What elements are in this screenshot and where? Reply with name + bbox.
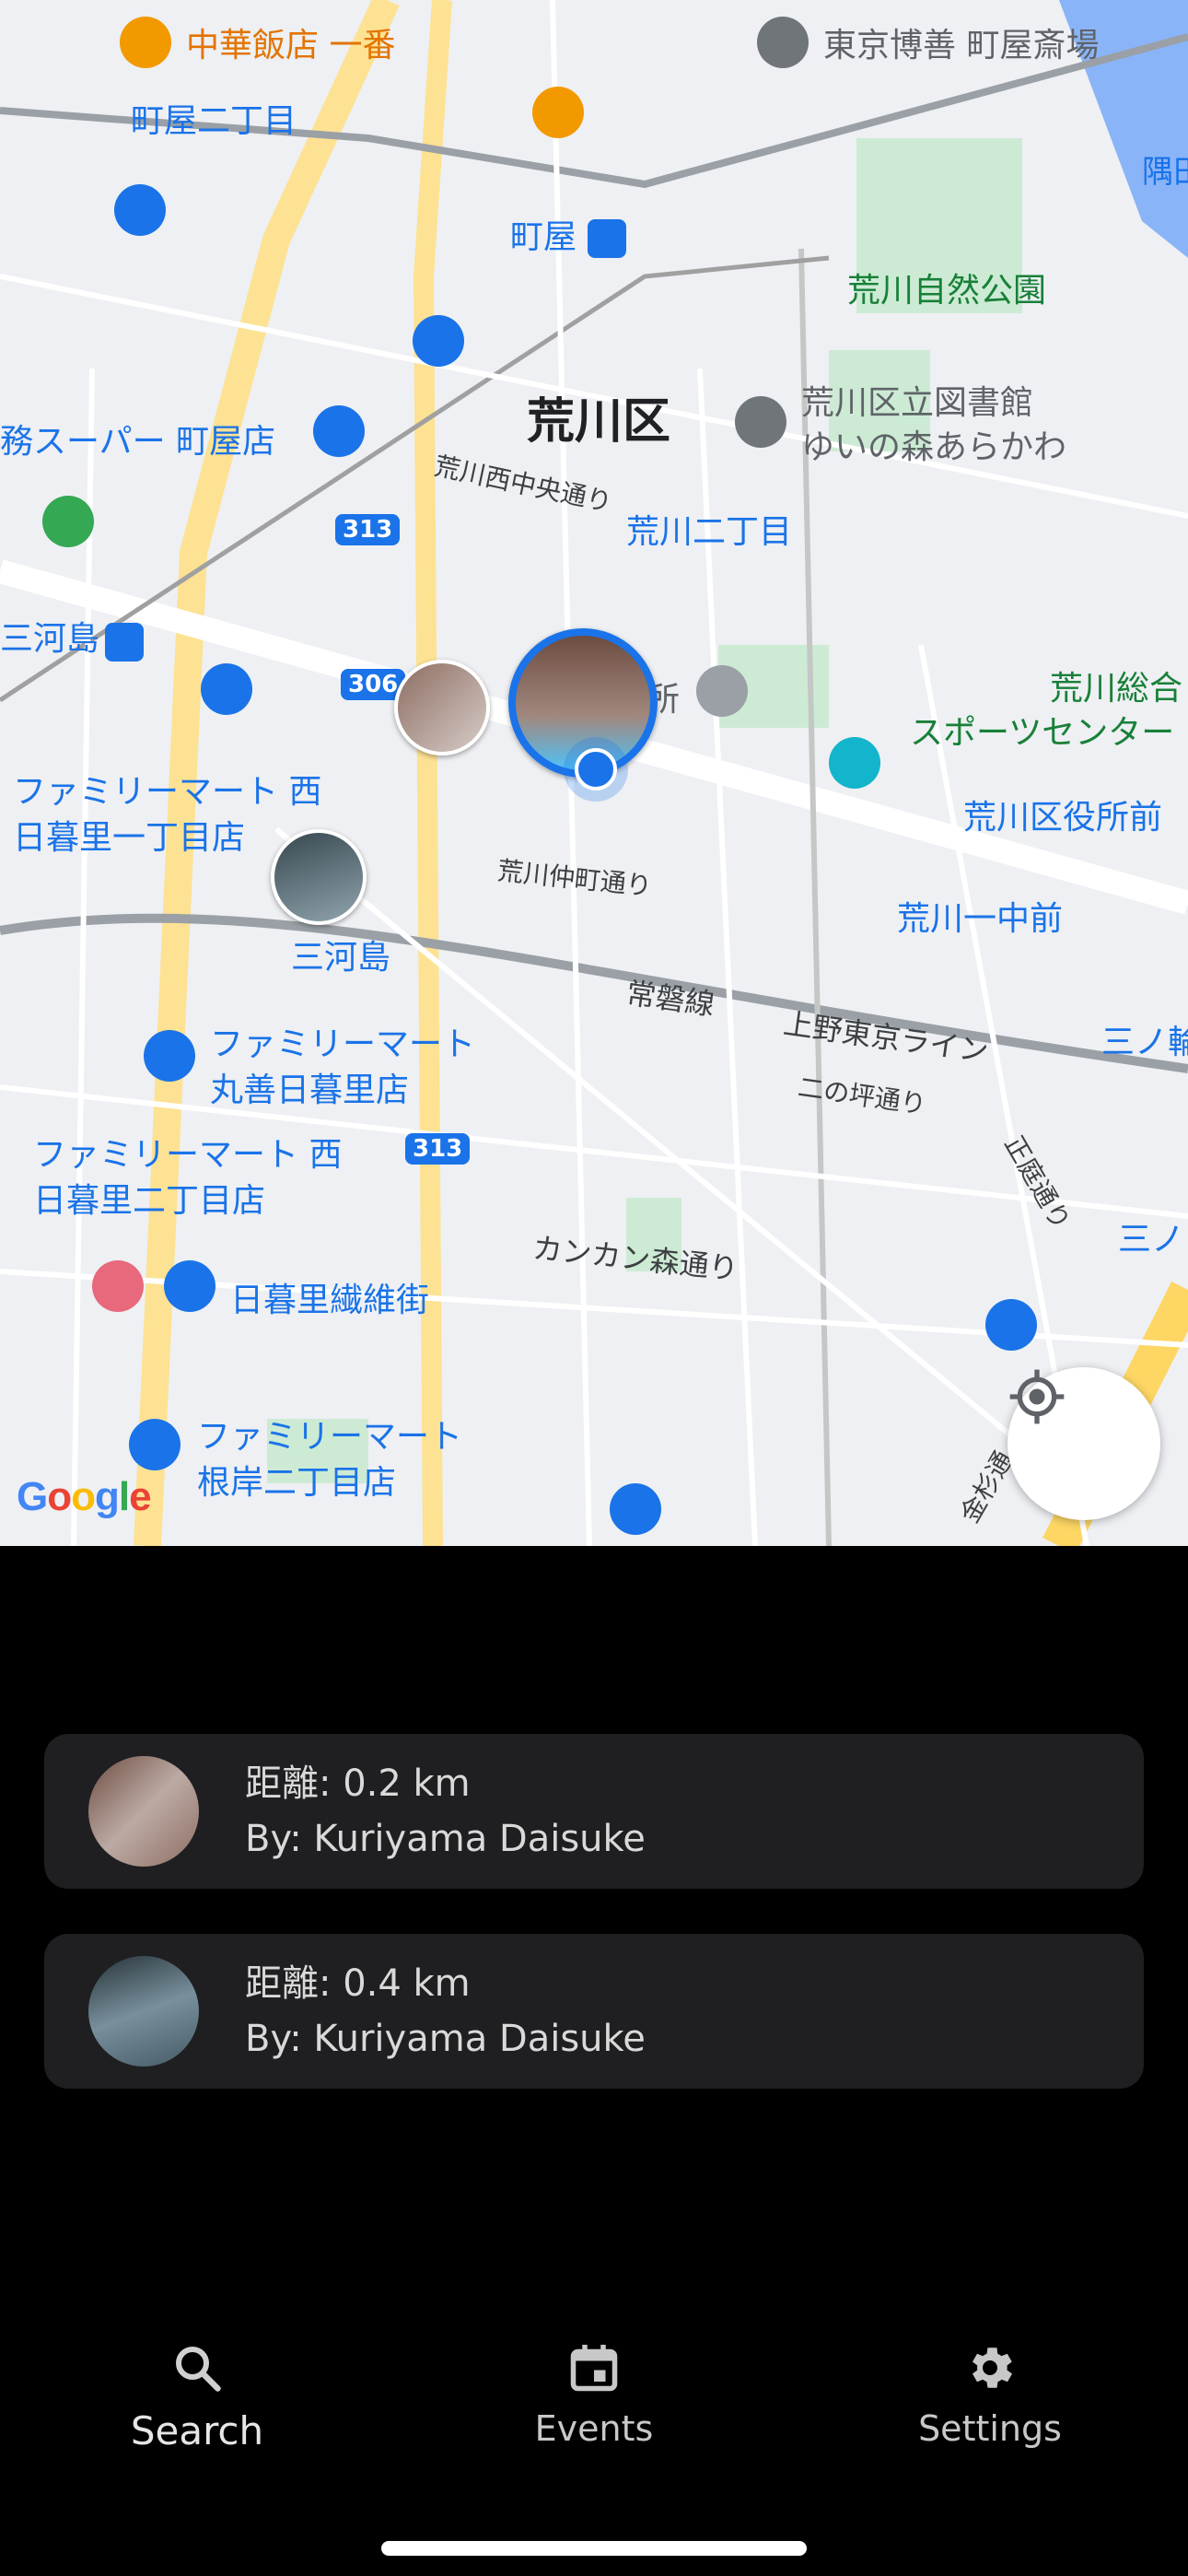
map-label[interactable]: 三河島 — [291, 942, 390, 975]
nav-events-label: Events — [534, 2408, 654, 2449]
result-thumbnail — [88, 1756, 199, 1867]
map-label[interactable]: 日暮里一丁目店 — [13, 822, 245, 855]
map-label[interactable]: 東京博善 町屋斎場 — [823, 29, 1099, 63]
photo-marker[interactable] — [271, 829, 367, 925]
place-icon[interactable] — [757, 17, 809, 68]
map-label[interactable]: ファミリーマート 西 — [13, 776, 321, 809]
restaurant-icon[interactable] — [120, 17, 171, 68]
convenience-store-icon[interactable] — [144, 1030, 195, 1082]
result-card[interactable]: 距離: 0.2 km By: Kuriyama Daisuke — [44, 1734, 1144, 1889]
map-label[interactable]: 荒川区立図書館 — [801, 387, 1033, 420]
map-label[interactable]: ファミリーマート 西 — [33, 1139, 342, 1172]
map-label[interactable]: ファミリーマート — [197, 1421, 462, 1454]
nav-settings[interactable]: Settings — [861, 2340, 1119, 2449]
gear-icon — [973, 2348, 1012, 2388]
nav-events[interactable]: Events — [465, 2340, 723, 2449]
google-logo: Google — [17, 1474, 152, 1519]
train-station-icon[interactable] — [105, 623, 144, 662]
shopping-cart-icon[interactable] — [164, 1260, 215, 1312]
hotel-icon[interactable] — [92, 1260, 144, 1312]
map-label[interactable]: 荒川一中前 — [897, 903, 1063, 936]
nav-settings-label: Settings — [918, 2408, 1062, 2449]
map-label[interactable]: 三ノ輪 — [1101, 1026, 1188, 1060]
train-station-icon[interactable] — [588, 219, 626, 258]
map-label[interactable]: 日暮里二丁目店 — [33, 1185, 265, 1218]
library-icon[interactable] — [735, 396, 786, 448]
map-label[interactable]: 丸善日暮里店 — [210, 1074, 409, 1107]
map-label[interactable]: ファミリーマート — [210, 1028, 475, 1061]
calendar-icon — [570, 2345, 618, 2392]
my-location-icon — [1009, 1369, 1065, 1424]
convenience-store-icon[interactable] — [129, 1419, 181, 1470]
map-label[interactable]: 中華飯店 一番 — [186, 29, 395, 63]
shopping-cart-icon[interactable] — [313, 405, 365, 457]
search-icon — [176, 2347, 221, 2392]
result-author: By: Kuriyama Daisuke — [245, 1818, 646, 1860]
map-label[interactable]: 荒川二丁目 — [626, 516, 792, 549]
result-card[interactable]: 距離: 0.4 km By: Kuriyama Daisuke — [44, 1934, 1144, 2089]
result-distance: 距離: 0.2 km — [245, 1762, 471, 1805]
convenience-store-icon[interactable] — [201, 663, 252, 715]
map-label[interactable]: 荒川区役所前 — [963, 802, 1162, 835]
convenience-store-icon[interactable] — [985, 1299, 1037, 1351]
map-label[interactable]: 三ノ — [1118, 1224, 1184, 1257]
map-label[interactable]: スポーツセンター — [910, 717, 1174, 750]
map-label: 荒川区 — [527, 394, 671, 450]
result-author: By: Kuriyama Daisuke — [245, 2018, 646, 2060]
current-location-dot — [575, 748, 617, 790]
map-label[interactable]: ゆいの森あらかわ — [801, 431, 1066, 464]
result-distance: 距離: 0.4 km — [245, 1962, 471, 2005]
route-shield: 313 — [405, 1133, 471, 1165]
map-label[interactable]: 務スーパー 町屋店 — [0, 426, 275, 459]
my-location-button[interactable] — [1007, 1367, 1160, 1520]
map-label[interactable]: 日暮里繊維街 — [230, 1284, 429, 1317]
home-indicator[interactable] — [381, 2541, 807, 2556]
map-label: 隅田 — [1142, 154, 1188, 191]
map-label[interactable]: 根岸二丁目店 — [197, 1467, 396, 1500]
map-label[interactable]: 町屋二丁目 — [131, 105, 297, 138]
map-label[interactable]: 荒川総合 — [1050, 673, 1182, 706]
map-label[interactable]: 三河島 — [0, 623, 99, 656]
result-thumbnail — [88, 1956, 199, 2067]
place-icon[interactable] — [829, 737, 880, 789]
convenience-store-icon[interactable] — [413, 315, 464, 367]
convenience-store-icon[interactable] — [610, 1483, 661, 1535]
map-view[interactable]: 中華飯店 一番 東京博善 町屋斎場 町屋二丁目 隅田 町屋 荒川自然公園 荒川区… — [0, 0, 1188, 1546]
nav-search[interactable]: Search — [68, 2340, 326, 2453]
map-label[interactable]: 町屋 — [510, 221, 577, 254]
convenience-store-icon[interactable] — [114, 184, 166, 236]
place-icon[interactable] — [42, 496, 94, 547]
map-label[interactable]: 荒川自然公園 — [847, 275, 1046, 308]
restaurant-icon[interactable] — [532, 87, 584, 138]
place-icon[interactable] — [696, 665, 748, 717]
nav-search-label: Search — [130, 2408, 264, 2453]
photo-marker[interactable] — [394, 660, 490, 755]
route-shield: 313 — [335, 514, 401, 545]
